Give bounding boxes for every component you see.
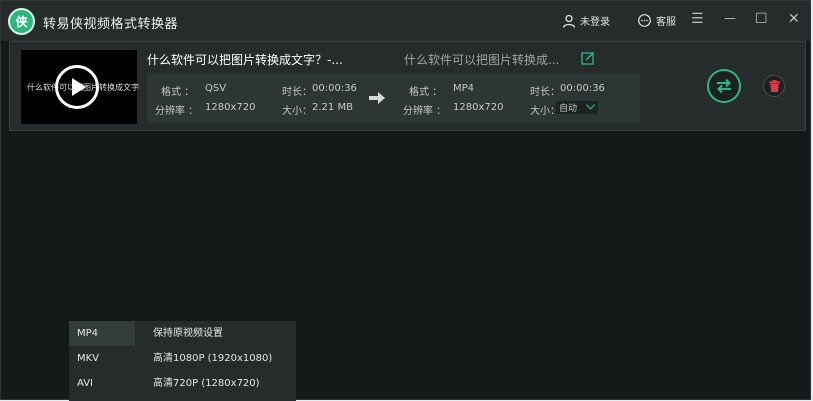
convert-button[interactable]	[707, 69, 741, 103]
file-info-panel: 格式 ： QSV 时长： 00:00:36 分辨率 ： 1280x720 大小：…	[147, 73, 640, 123]
source-format-label: 格式 ：	[161, 87, 195, 98]
trash-icon	[768, 80, 780, 92]
service-label: 客服	[656, 17, 676, 28]
app-logo: 侠	[8, 8, 35, 35]
size-select[interactable]: 自动	[556, 101, 598, 114]
video-thumbnail[interactable]: 什么软件可以把图片转换成文字	[21, 50, 139, 124]
source-resolution: 1280x720	[205, 102, 256, 113]
play-icon[interactable]	[55, 65, 99, 109]
app-window: 侠 转易侠视频格式转换器 未登录 客服 ☰ — ☐ ✕ 什么软件可以把图片转换成…	[0, 0, 811, 401]
chat-icon	[638, 13, 651, 27]
format-row-avi[interactable]: AVI 高清720P (1280x720)	[69, 371, 296, 396]
source-size-label: 大小：	[282, 106, 312, 117]
target-format-label: 格式 ：	[409, 87, 443, 98]
source-file-name: 什么软件可以把图片转换成文字？-...	[147, 53, 343, 67]
target-resolution-label: 分辨率 ：	[403, 106, 447, 117]
output-file-name: 什么软件可以把图片转换成...	[404, 53, 560, 67]
format-option-mkv[interactable]: MKV	[69, 346, 135, 371]
login-button[interactable]: 未登录	[562, 13, 610, 28]
target-resolution: 1280x720	[453, 102, 504, 113]
title-bar: 侠 转易侠视频格式转换器 未登录 客服 ☰ — ☐ ✕	[1, 1, 810, 41]
source-duration-label: 时长：	[282, 87, 312, 98]
maximize-icon[interactable]: ☐	[755, 11, 768, 27]
source-resolution-label: 分辨率 ：	[155, 106, 199, 117]
quality-option-original[interactable]: 保持原视频设置	[153, 321, 223, 346]
convert-icon	[717, 78, 731, 94]
source-format: QSV	[205, 83, 227, 94]
source-size: 2.21 MB	[312, 102, 353, 113]
format-option-avi[interactable]: AVI	[69, 371, 135, 396]
format-option-mp4[interactable]: MP4	[69, 321, 135, 346]
format-dropdown-menu: MP4 保持原视频设置 MKV 高清1080P (1920x1080) AVI …	[69, 321, 296, 401]
quality-option-720p[interactable]: 高清720P (1280x720)	[153, 371, 260, 396]
customer-service-button[interactable]: 客服	[637, 13, 676, 28]
file-item-card: 什么软件可以把图片转换成文字 什么软件可以把图片转换成文字？-... 什么软件可…	[9, 41, 806, 131]
menu-icon[interactable]: ☰	[691, 11, 704, 27]
minimize-icon[interactable]: —	[724, 11, 736, 25]
chevron-down-icon	[586, 104, 595, 110]
quality-option-1080p[interactable]: 高清1080P (1920x1080)	[153, 346, 272, 371]
app-title: 转易侠视频格式转换器	[43, 17, 179, 32]
target-duration: 00:00:36	[560, 83, 605, 94]
delete-button[interactable]	[763, 75, 785, 97]
format-row-mkv[interactable]: MKV 高清1080P (1920x1080)	[69, 346, 296, 371]
size-select-value: 自动	[559, 104, 578, 114]
target-format: MP4	[453, 83, 475, 94]
login-label: 未登录	[580, 17, 610, 28]
user-icon	[562, 14, 576, 28]
format-row-mp4[interactable]: MP4 保持原视频设置	[69, 321, 296, 346]
arrow-right-icon	[369, 92, 385, 104]
source-duration: 00:00:36	[312, 83, 357, 94]
app-logo-char: 侠	[15, 15, 28, 29]
close-icon[interactable]: ✕	[788, 11, 800, 27]
target-duration-label: 时长：	[530, 87, 560, 98]
edit-icon[interactable]	[581, 51, 595, 65]
